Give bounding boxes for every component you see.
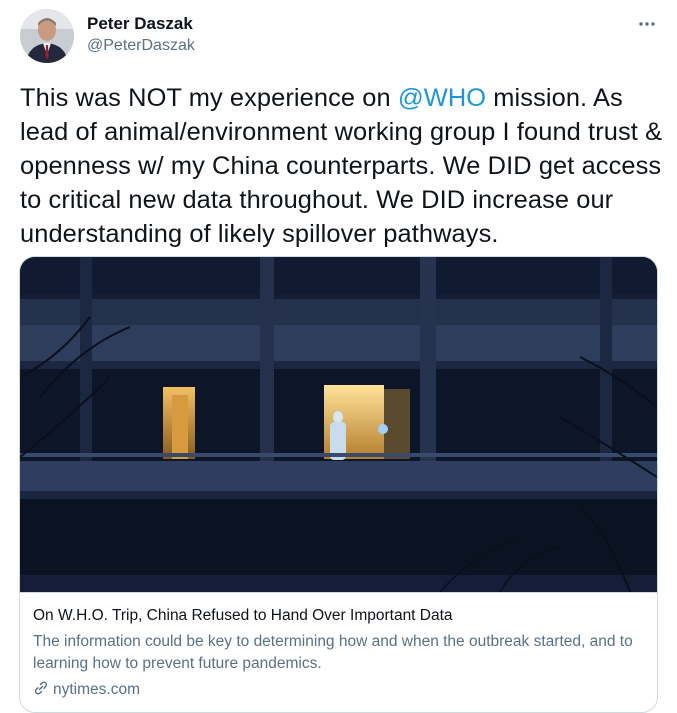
tweet-text: This was NOT my experience on @WHO missi… — [20, 81, 665, 251]
card-body: On W.H.O. Trip, China Refused to Hand Ov… — [20, 592, 657, 712]
card-description: The information could be key to determin… — [33, 633, 633, 672]
author-handle[interactable]: @PeterDaszak — [87, 37, 195, 55]
tweet-text-start: This was NOT my experience on — [20, 84, 398, 112]
avatar[interactable] — [20, 9, 74, 63]
card-domain[interactable]: nytimes.com — [33, 679, 140, 701]
tweet: Peter Daszak @PeterDaszak This was NOT m… — [0, 0, 677, 713]
mention-link[interactable]: @WHO — [398, 84, 486, 112]
more-horizontal-icon — [638, 14, 656, 32]
card-domain-text: nytimes.com — [53, 681, 140, 698]
more-options-button[interactable] — [632, 10, 662, 36]
card-image — [20, 257, 657, 592]
author-name[interactable]: Peter Daszak — [87, 14, 193, 34]
link-card[interactable]: On W.H.O. Trip, China Refused to Hand Ov… — [19, 256, 658, 713]
card-title[interactable]: On W.H.O. Trip, China Refused to Hand Ov… — [33, 607, 453, 625]
link-icon — [33, 680, 49, 701]
